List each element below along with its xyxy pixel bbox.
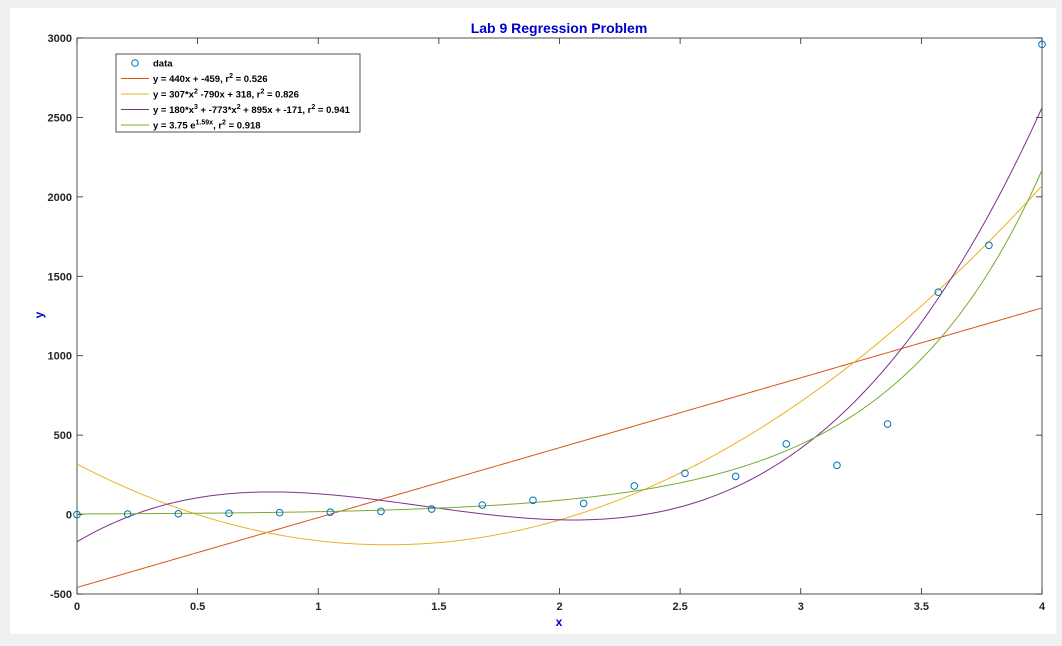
legend-text-part: + 895x + -171, r <box>241 105 312 116</box>
legend-text-part: = 0.826 <box>264 90 299 101</box>
legend-label-data: data <box>153 59 173 70</box>
x-tick-label: 3.5 <box>914 601 929 613</box>
figure-window: Lab 9 Regression Problem 0 0.5 1 1.5 2 2.5 3 3.… <box>0 0 1062 646</box>
legend-superscript: 1.59x <box>196 120 214 127</box>
y-tick-label: 2000 <box>48 192 72 204</box>
legend-text-part: = 0.941 <box>315 105 350 116</box>
y-tick-label: 500 <box>54 430 72 442</box>
legend-text-part: = 0.526 <box>233 74 268 85</box>
y-tick-label: 3000 <box>48 33 72 45</box>
legend-text-part: + -773*x <box>198 105 238 116</box>
legend-text-part: y = 307*x <box>153 90 195 101</box>
x-tick-label: 2.5 <box>672 601 687 613</box>
x-tick-label: 2 <box>556 601 562 613</box>
x-axis-label: x <box>556 615 563 629</box>
chart-title: Lab 9 Regression Problem <box>471 20 648 36</box>
legend-text-part: , r <box>213 121 222 132</box>
legend-label-linear: y = 440x + -459, r2 = 0.526 <box>153 73 268 85</box>
legend-text-part: y = 3.75 e <box>153 121 196 132</box>
legend-text-part: -790x + 318, r <box>198 90 261 101</box>
y-tick-label: 1000 <box>48 351 72 363</box>
x-tick-label: 0.5 <box>190 601 205 613</box>
y-tick-label: -500 <box>50 589 72 601</box>
y-tick-label: 1500 <box>48 271 72 283</box>
x-tick-label: 0 <box>74 601 80 613</box>
legend-text-part: = 0.918 <box>226 121 261 132</box>
y-tick-label: 2500 <box>48 112 72 124</box>
regression-chart: Lab 9 Regression Problem 0 0.5 1 1.5 2 2.5 3 3.… <box>10 8 1056 634</box>
legend: data y = 440x + -459, r2 = 0.526 y = 307*x… <box>115 53 361 133</box>
legend-text-part: y = 440x + -459, r <box>153 74 229 85</box>
y-axis-label: y <box>32 311 46 318</box>
x-tick-label: 1 <box>315 601 321 613</box>
x-tick-label: 1.5 <box>431 601 446 613</box>
legend-label-quadratic: y = 307*x2 -790x + 318, r2 = 0.826 <box>153 89 299 101</box>
x-tick-label: 4 <box>1039 601 1046 613</box>
x-tick-label: 3 <box>798 601 804 613</box>
legend-label-cubic: y = 180*x3 + -773*x2 + 895x + -171, r2 =… <box>153 104 351 116</box>
legend-text-part: y = 180*x <box>153 105 195 116</box>
y-tick-label: 0 <box>66 510 72 522</box>
